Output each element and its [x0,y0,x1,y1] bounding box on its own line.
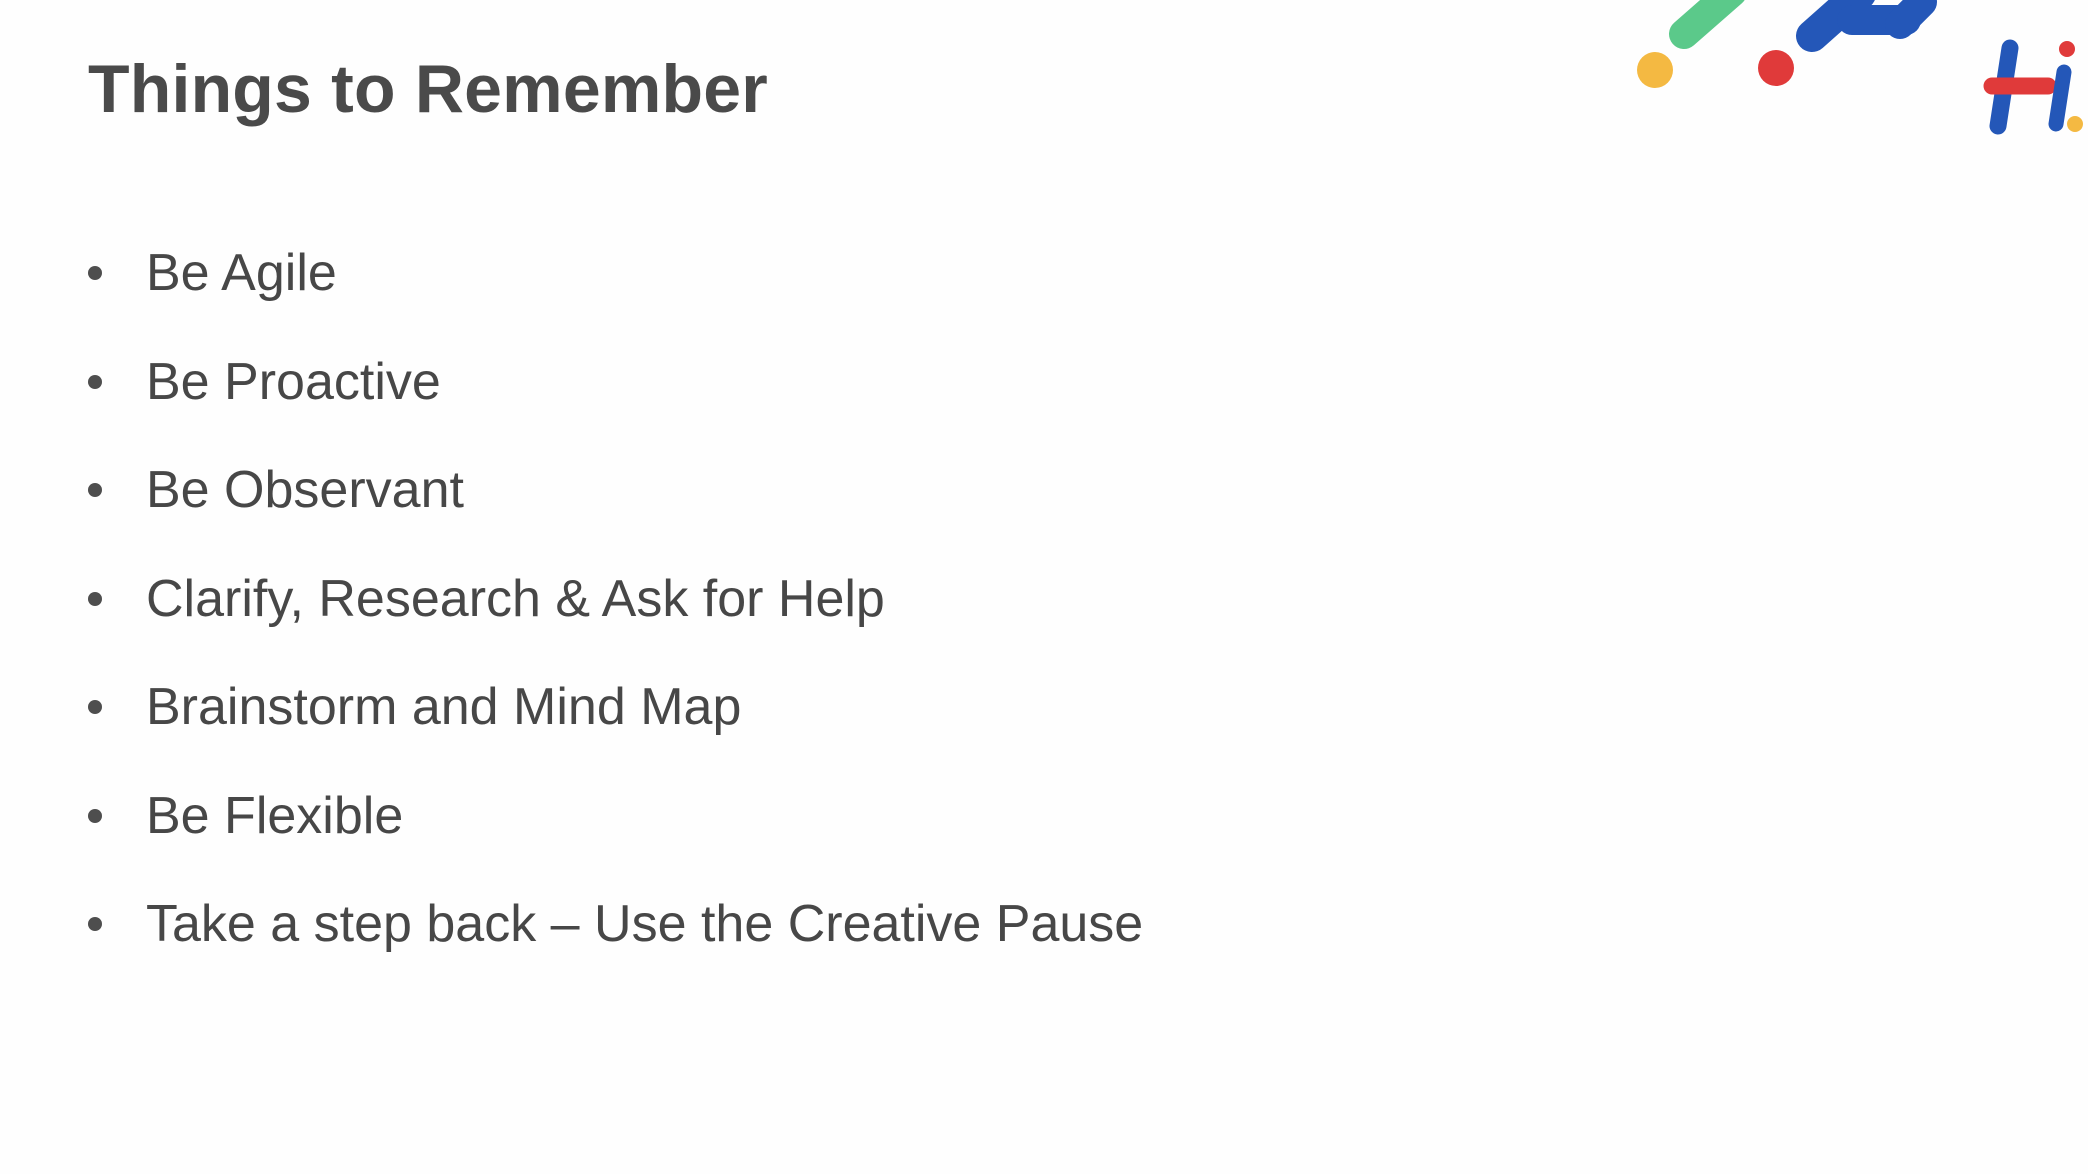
bullet-point-icon [88,808,102,823]
bullet-point-icon [88,374,102,389]
list-item: Take a step back – Use the Creative Paus… [80,881,1143,990]
bullet-point-icon [88,700,102,714]
list-item: Brainstorm and Mind Map [80,664,1143,773]
presentation-slide: Things to Remember Be Agile Be Proactive… [0,0,2088,1174]
bullet-text: Be Proactive [146,352,441,411]
bullet-text: Brainstorm and Mind Map [146,678,742,736]
list-item: Clarify, Research & Ask for Help [80,556,1143,665]
list-item: Be Flexible [80,773,1143,882]
bullet-text: Be Flexible [146,786,404,845]
bullet-text: Be Agile [146,244,337,302]
list-item: Be Agile [80,230,1143,339]
list-item: Be Proactive [80,339,1143,448]
bullet-point-icon [88,591,102,606]
brand-decoration [1637,0,2083,135]
blue-dash-shape [1885,0,1937,39]
list-item: Be Observant [80,447,1143,556]
bullet-point-icon [88,266,102,280]
bullet-text: Be Observant [146,461,464,519]
bullet-text: Clarify, Research & Ask for Help [146,569,885,628]
bullet-text: Take a step back – Use the Creative Paus… [146,895,1144,953]
hi-logo-icon [1983,39,2083,135]
slide-title: Things to Remember [88,51,768,127]
bullet-point-icon [88,483,102,497]
bullet-point-icon [88,917,102,931]
green-dash-shape [1669,0,1745,49]
red-dot-shape [1758,50,1794,86]
bullet-list: Be Agile Be Proactive Be Observant Clari… [80,230,1143,990]
yellow-dot-shape [1637,52,1673,88]
